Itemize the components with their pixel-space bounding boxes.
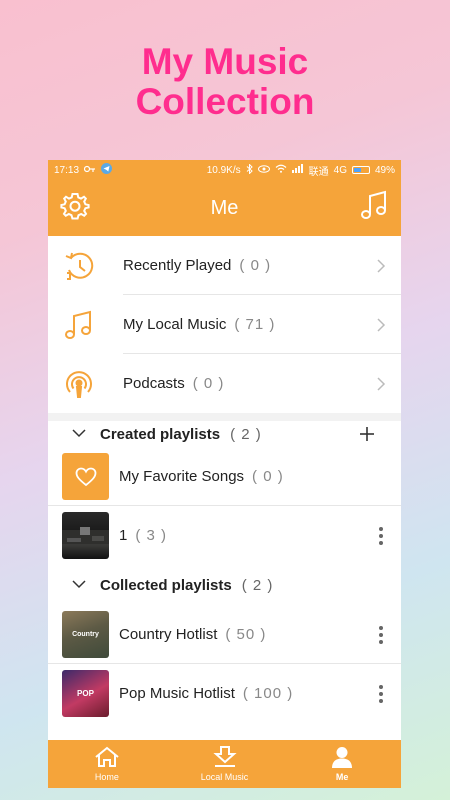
key-icon xyxy=(83,165,96,176)
status-bar: 17:13 10.9K/s 联通 4G 49% xyxy=(48,160,401,180)
menu-label: Podcasts xyxy=(123,375,185,392)
tab-home[interactable]: Home xyxy=(48,740,166,788)
app-bar: Me xyxy=(48,180,401,236)
tab-local-music[interactable]: Local Music xyxy=(166,740,284,788)
more-options-icon[interactable] xyxy=(361,625,401,644)
menu-item-local-music[interactable]: My Local Music ( 71 ) xyxy=(48,295,401,354)
gear-icon[interactable] xyxy=(60,191,90,226)
playlist-label: My Favorite Songs xyxy=(119,468,245,485)
playlist-thumbnail xyxy=(62,512,109,559)
playlist-thumbnail: POP xyxy=(62,670,109,717)
thumb-text: POP xyxy=(77,689,94,698)
signal-icon xyxy=(291,164,304,176)
menu-item-podcasts[interactable]: Podcasts ( 0 ) xyxy=(48,354,401,413)
playlist-count: ( 0 ) xyxy=(252,468,284,485)
tab-label: Me xyxy=(335,772,349,782)
playlist-count: ( 50 ) xyxy=(225,626,267,643)
section-title: Collected playlists xyxy=(100,576,232,594)
chevron-down-icon xyxy=(72,576,86,594)
chevron-right-icon xyxy=(361,376,401,392)
tab-me[interactable]: Me xyxy=(283,740,401,788)
bottom-tab-bar: Home Local Music Me xyxy=(48,740,401,788)
menu-count: ( 0 ) xyxy=(239,257,272,274)
thumb-text: Country xyxy=(72,631,99,638)
person-icon xyxy=(331,746,353,770)
eye-icon xyxy=(257,164,270,176)
menu-count: ( 0 ) xyxy=(192,375,225,392)
chevron-down-icon xyxy=(72,425,86,443)
section-title: Created playlists xyxy=(100,425,221,443)
more-options-icon[interactable] xyxy=(361,526,401,545)
playlist-label: Country Hotlist xyxy=(119,626,218,643)
section-count: ( 2 ) xyxy=(241,576,274,594)
playlist-item-favorites[interactable]: My Favorite Songs ( 0 ) xyxy=(48,447,401,506)
status-time: 17:13 xyxy=(54,164,80,176)
music-note-icon[interactable] xyxy=(359,190,389,227)
playlist-count: ( 3 ) xyxy=(135,527,168,544)
playlist-item-pop[interactable]: POP Pop Music Hotlist ( 100 ) xyxy=(48,664,401,723)
phone-screen: 17:13 10.9K/s 联通 4G 49% Me Recently Play… xyxy=(48,160,401,788)
promo-title-line2: Collection xyxy=(135,81,315,122)
collected-playlists-header[interactable]: Collected playlists ( 2 ) xyxy=(48,565,401,605)
playlist-count: ( 100 ) xyxy=(242,685,294,702)
wifi-icon xyxy=(275,164,287,176)
section-count: ( 2 ) xyxy=(230,425,262,443)
playlist-item-1[interactable]: 1 ( 3 ) xyxy=(48,506,401,565)
podcast-icon xyxy=(48,368,110,400)
playlist-item-country[interactable]: Country Country Hotlist ( 50 ) xyxy=(48,605,401,664)
music-note-icon xyxy=(48,309,110,341)
menu-item-recently-played[interactable]: Recently Played ( 0 ) xyxy=(48,236,401,295)
heart-icon xyxy=(62,453,109,500)
menu-label: Recently Played xyxy=(123,257,232,274)
clock-icon xyxy=(48,250,110,282)
status-carrier: 联通 xyxy=(308,166,329,178)
section-gap xyxy=(48,413,401,421)
home-icon xyxy=(94,746,120,770)
page-title: Me xyxy=(210,196,239,219)
created-playlists-header[interactable]: Created playlists ( 2 ) xyxy=(48,421,401,447)
status-battery: 49% xyxy=(374,164,395,176)
status-speed: 10.9K/s xyxy=(206,164,241,176)
menu-count: ( 71 ) xyxy=(234,316,276,333)
promo-title-line1: My Music xyxy=(141,41,309,82)
telegram-icon xyxy=(101,163,113,177)
more-options-icon[interactable] xyxy=(361,684,401,703)
playlist-thumbnail: Country xyxy=(62,611,109,658)
battery-icon xyxy=(351,166,370,174)
download-icon xyxy=(212,746,237,770)
menu-label: My Local Music xyxy=(123,316,227,333)
add-playlist-button[interactable] xyxy=(359,426,375,447)
promo-title: My Music Collection xyxy=(0,42,450,122)
chevron-right-icon xyxy=(361,317,401,333)
tab-label: Local Music xyxy=(200,772,249,782)
bluetooth-icon xyxy=(246,162,253,177)
status-network: 4G xyxy=(333,164,347,176)
playlist-label: Pop Music Hotlist xyxy=(119,685,235,702)
chevron-right-icon xyxy=(361,258,401,274)
playlist-label: 1 xyxy=(119,527,128,544)
tab-label: Home xyxy=(94,772,119,782)
